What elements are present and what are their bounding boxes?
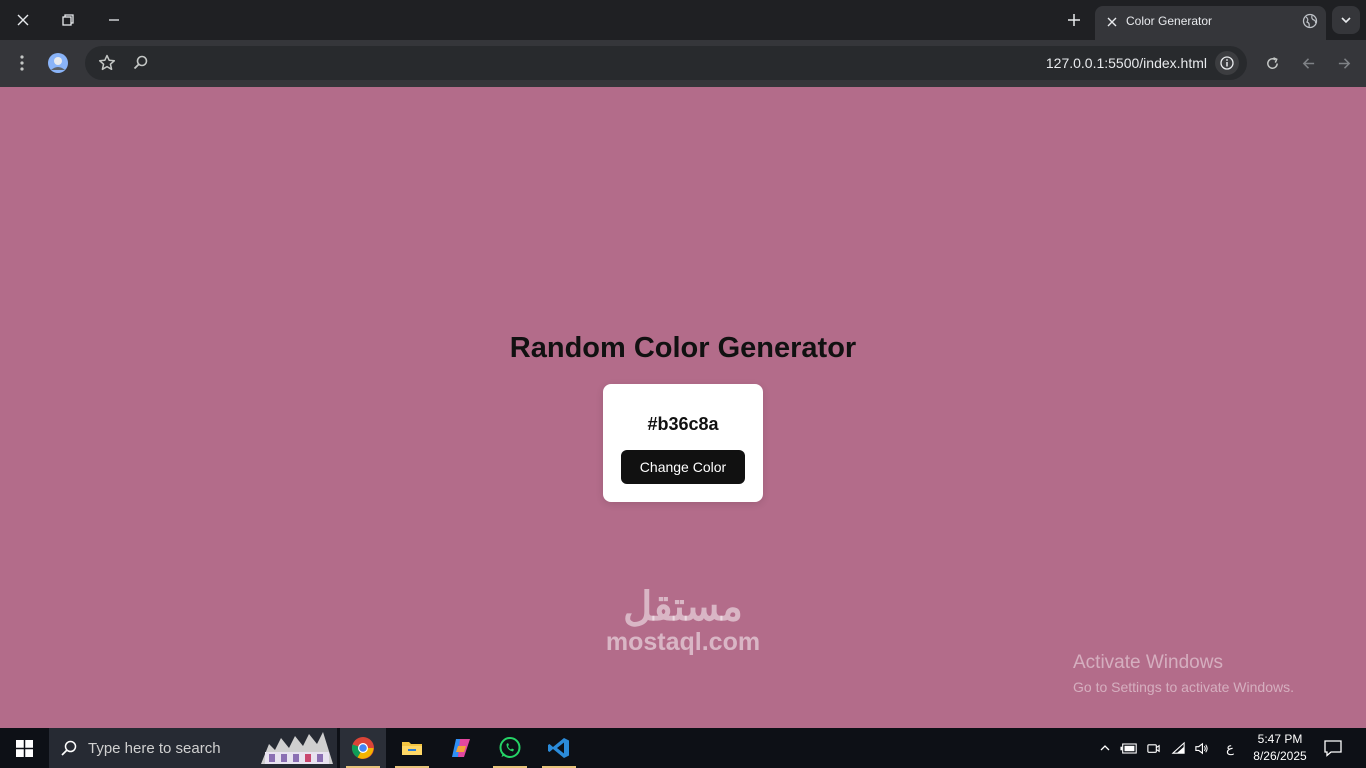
window-close-button[interactable] — [0, 0, 46, 40]
info-icon — [1220, 56, 1234, 70]
browser-toolbar: 127.0.0.1:5500/index.html — [0, 40, 1366, 87]
battery-indicator[interactable] — [1119, 738, 1139, 758]
battery-icon — [1120, 742, 1137, 754]
windows-icon — [15, 739, 33, 757]
forward-button[interactable] — [1332, 51, 1356, 75]
globe-icon — [1302, 13, 1318, 29]
vscode-icon — [548, 738, 569, 758]
zoom-icon[interactable] — [131, 53, 151, 73]
avatar — [48, 53, 68, 73]
minimize-icon — [109, 19, 119, 21]
window-restore-button[interactable] — [45, 0, 91, 40]
input-language-indicator[interactable]: ع — [1220, 738, 1240, 758]
url-text: 127.0.0.1:5500/index.html — [1045, 55, 1207, 71]
clock-date: 8/26/2025 — [1253, 749, 1307, 763]
close-icon — [1107, 17, 1117, 27]
start-button[interactable] — [0, 728, 48, 768]
star-icon[interactable] — [97, 53, 117, 73]
camera-indicator[interactable] — [1143, 738, 1163, 758]
activate-title: Activate Windows — [1073, 652, 1223, 673]
more-vertical-icon — [20, 55, 24, 71]
tab-search-button[interactable] — [1332, 6, 1360, 34]
search-icon — [61, 740, 77, 756]
back-button[interactable] — [1296, 51, 1320, 75]
volume-indicator[interactable] — [1191, 738, 1211, 758]
restore-icon — [62, 14, 74, 26]
notification-icon[interactable] — [1323, 738, 1343, 758]
taskbar-app-chrome[interactable] — [340, 728, 386, 768]
reload-button[interactable] — [1260, 51, 1284, 75]
menu-button[interactable] — [10, 51, 34, 75]
mostaql-watermark: مستقل mostaql.com — [598, 585, 768, 655]
camera-icon — [1146, 743, 1160, 753]
window-minimize-button[interactable] — [91, 0, 137, 40]
close-icon — [17, 14, 29, 26]
color-card: #b36c8a Change Color — [603, 384, 763, 502]
chrome-icon — [351, 737, 374, 759]
change-color-button[interactable]: Change Color — [621, 450, 745, 484]
whatsapp-icon — [499, 737, 521, 758]
taskbar-app-file-explorer[interactable] — [389, 728, 435, 768]
watermark-arabic: مستقل — [623, 585, 743, 629]
hex-value: #b36c8a — [647, 414, 719, 434]
new-tab-button[interactable] — [1060, 6, 1088, 34]
reload-icon — [1266, 56, 1278, 69]
speaker-icon — [1194, 742, 1208, 754]
plus-icon — [1068, 14, 1080, 26]
system-clock[interactable]: 5:47 PM 8/26/2025 — [1244, 731, 1316, 765]
copilot-icon — [452, 739, 470, 757]
activate-windows-notice: Activate Windows Go to Settings to activ… — [1073, 652, 1294, 695]
arrow-left-icon — [1302, 57, 1314, 69]
tab-color-generator[interactable]: Color Generator — [1095, 6, 1326, 40]
search-placeholder: Type here to search — [88, 740, 221, 757]
page-title: Random Color Generator — [509, 332, 857, 364]
file-explorer-icon — [402, 742, 422, 755]
tab-close-button[interactable] — [1103, 13, 1121, 31]
site-info-button[interactable] — [1215, 51, 1239, 75]
taskbar: Type here to search ع 5:47 PM 8/26/2025 — [0, 728, 1366, 768]
address-bar[interactable]: 127.0.0.1:5500/index.html — [85, 46, 1247, 80]
search-highlight-illustration — [261, 732, 333, 764]
taskbar-app-copilot[interactable] — [438, 728, 484, 768]
taskbar-app-vscode[interactable] — [536, 728, 582, 768]
chevron-down-icon — [1341, 17, 1351, 24]
wifi-icon — [1171, 741, 1185, 754]
watermark-latin: mostaql.com — [605, 628, 761, 656]
chevron-up-icon — [1100, 745, 1110, 751]
network-indicator[interactable] — [1168, 738, 1188, 758]
taskbar-app-whatsapp[interactable] — [487, 728, 533, 768]
browser-title-bar: Color Generator — [0, 0, 1366, 40]
profile-button[interactable] — [46, 51, 70, 75]
taskbar-search[interactable]: Type here to search — [49, 728, 337, 768]
show-hidden-icons-button[interactable] — [1095, 738, 1115, 758]
arrow-right-icon — [1338, 57, 1350, 69]
clock-time: 5:47 PM — [1257, 732, 1303, 746]
activate-subtitle: Go to Settings to activate Windows. — [1073, 679, 1294, 695]
tab-title: Color Generator — [1126, 14, 1213, 28]
